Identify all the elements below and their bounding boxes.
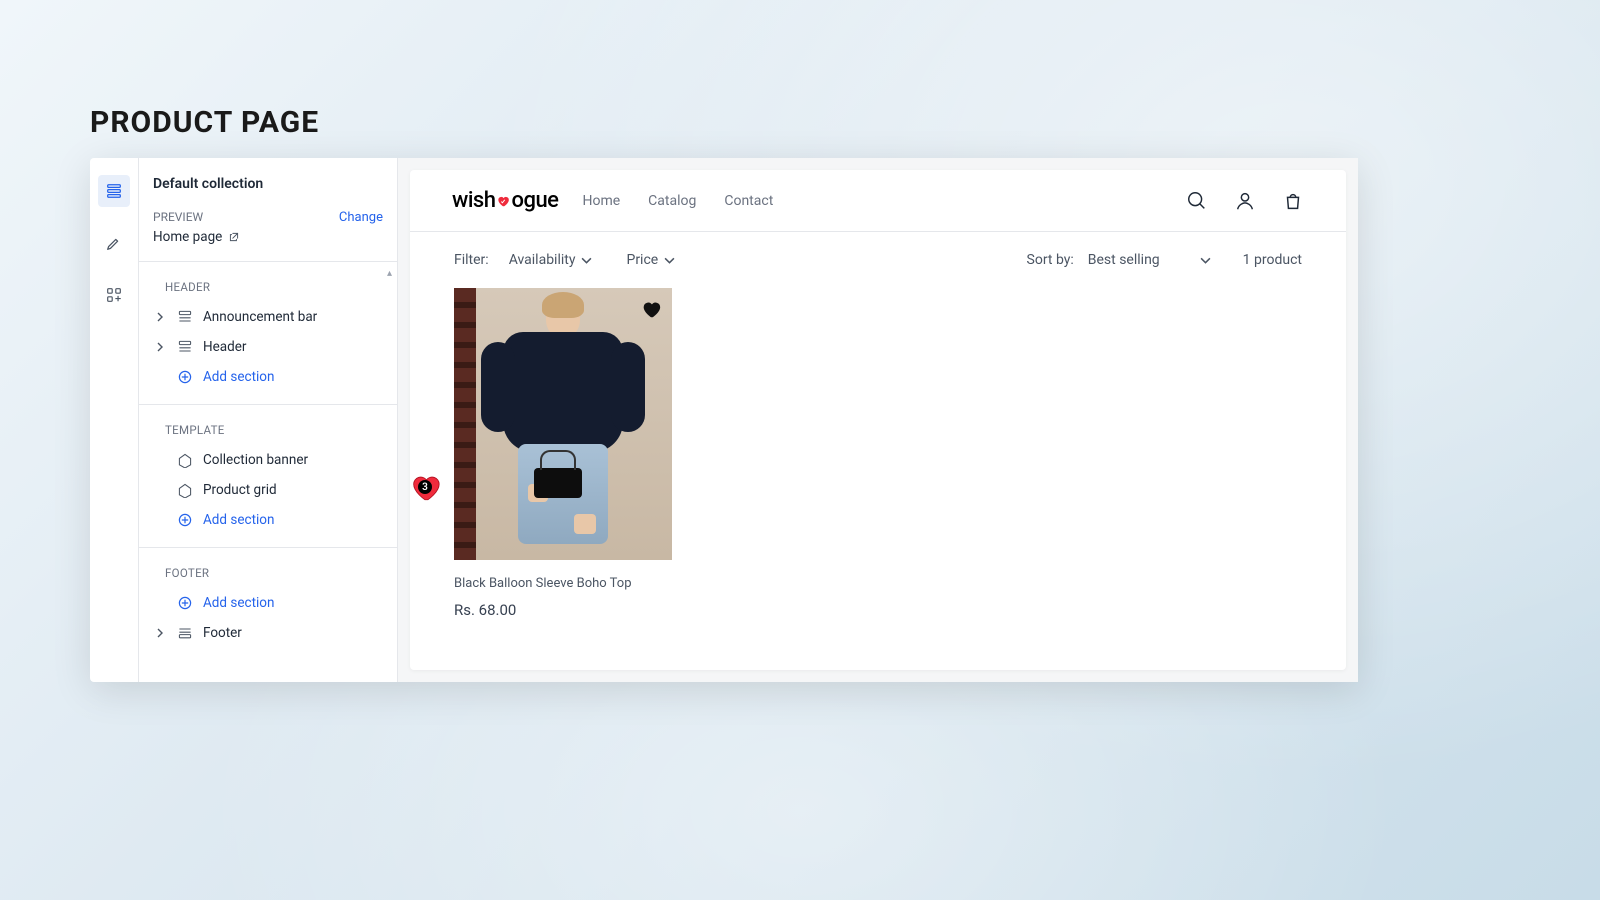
search-button[interactable]	[1186, 190, 1208, 212]
product-image-figure	[498, 298, 628, 544]
product-count: 1 product	[1243, 252, 1302, 268]
product-card[interactable]: Black Balloon Sleeve Boho Top Rs. 68.00	[454, 288, 672, 619]
section-icon	[177, 339, 193, 355]
section-footer[interactable]: Footer	[139, 618, 397, 648]
section-label: Announcement bar	[203, 309, 317, 325]
section-label: Product grid	[203, 482, 277, 498]
section-collection-banner[interactable]: Collection banner	[139, 445, 397, 475]
sort-select[interactable]: Best selling	[1088, 252, 1211, 268]
heart-icon	[640, 298, 662, 320]
tag-icon	[177, 482, 193, 498]
rail-theme-button[interactable]	[98, 227, 130, 259]
footer-section-icon	[177, 625, 193, 641]
filter-label: Filter:	[454, 252, 489, 268]
wishlist-floating-button[interactable]: 3	[408, 470, 442, 504]
bag-icon	[1282, 190, 1304, 212]
search-icon	[1186, 190, 1208, 212]
apps-icon	[105, 286, 123, 304]
theme-editor-window: Default collection PREVIEW Change Home p…	[90, 158, 1358, 682]
sort-label: Sort by:	[1027, 252, 1074, 268]
external-link-icon	[228, 231, 240, 243]
wishlist-count-badge: 3	[418, 480, 432, 494]
user-icon	[1234, 190, 1256, 212]
sections-icon	[105, 182, 123, 200]
sort-value: Best selling	[1088, 252, 1160, 268]
product-image	[454, 288, 672, 560]
product-title: Black Balloon Sleeve Boho Top	[454, 576, 672, 591]
chevron-right-icon	[155, 312, 165, 322]
store-header-actions	[1186, 190, 1304, 212]
chevron-down-icon	[581, 255, 592, 266]
section-label: Footer	[203, 625, 242, 641]
scroll-up-indicator: ▴	[387, 268, 395, 278]
add-section-label: Add section	[203, 369, 274, 385]
store-preview-pane: 3 wish ogue Home Catalog Contact	[398, 158, 1358, 682]
add-section-header[interactable]: Add section	[139, 362, 397, 392]
account-button[interactable]	[1234, 190, 1256, 212]
plus-circle-icon	[177, 512, 193, 528]
section-label: Collection banner	[203, 452, 308, 468]
section-label: Header	[203, 339, 246, 355]
section-announcement-bar[interactable]: Announcement bar	[139, 302, 397, 332]
nav-contact[interactable]: Contact	[724, 193, 773, 209]
store-logo[interactable]: wish ogue	[452, 188, 558, 213]
tag-icon	[177, 452, 193, 468]
template-name: Default collection	[153, 176, 383, 192]
section-header[interactable]: Header	[139, 332, 397, 362]
editor-icon-rail	[90, 158, 139, 682]
cart-button[interactable]	[1282, 190, 1304, 212]
store-nav: Home Catalog Contact	[582, 193, 773, 209]
nav-home[interactable]: Home	[582, 193, 620, 209]
rail-apps-button[interactable]	[98, 279, 130, 311]
chevron-right-icon	[155, 628, 165, 638]
group-label-footer: FOOTER	[139, 548, 397, 588]
sections-sidebar: Default collection PREVIEW Change Home p…	[139, 158, 398, 682]
plus-circle-icon	[177, 595, 193, 611]
product-price: Rs. 68.00	[454, 601, 672, 619]
chevron-down-icon	[664, 255, 675, 266]
rail-sections-button[interactable]	[98, 175, 130, 207]
filter-price[interactable]: Price	[626, 252, 675, 268]
nav-catalog[interactable]: Catalog	[648, 193, 696, 209]
product-grid: Black Balloon Sleeve Boho Top Rs. 68.00	[410, 288, 1346, 619]
add-section-footer[interactable]: Add section	[139, 588, 397, 618]
add-section-label: Add section	[203, 595, 274, 611]
paint-icon	[105, 234, 123, 252]
product-wishlist-button[interactable]	[640, 298, 662, 324]
logo-text-left: wish	[452, 188, 495, 213]
group-label-template: TEMPLATE	[139, 405, 397, 445]
preview-page-value: Home page	[153, 229, 222, 245]
plus-circle-icon	[177, 369, 193, 385]
change-preview-link[interactable]: Change	[339, 210, 383, 225]
add-section-template[interactable]: Add section	[139, 505, 397, 535]
section-product-grid[interactable]: Product grid	[139, 475, 397, 505]
chevron-down-icon	[1200, 255, 1211, 266]
logo-text-right: ogue	[511, 188, 558, 213]
preview-page-link[interactable]: Home page	[153, 229, 383, 245]
preview-label: PREVIEW	[153, 210, 203, 224]
add-section-label: Add section	[203, 512, 274, 528]
filter-bar: Filter: Availability Price Sort by: Best…	[410, 232, 1346, 288]
page-heading: PRODUCT PAGE	[90, 105, 319, 140]
filter-price-label: Price	[626, 252, 658, 268]
sidebar-header: Default collection PREVIEW Change Home p…	[139, 158, 397, 262]
section-icon	[177, 309, 193, 325]
group-label-header: HEADER	[139, 262, 397, 302]
logo-heart-icon	[496, 194, 510, 208]
chevron-right-icon	[155, 342, 165, 352]
filter-availability-label: Availability	[509, 252, 576, 268]
store-header: wish ogue Home Catalog Contact	[410, 170, 1346, 232]
storefront: 3 wish ogue Home Catalog Contact	[410, 170, 1346, 670]
filter-availability[interactable]: Availability	[509, 252, 593, 268]
